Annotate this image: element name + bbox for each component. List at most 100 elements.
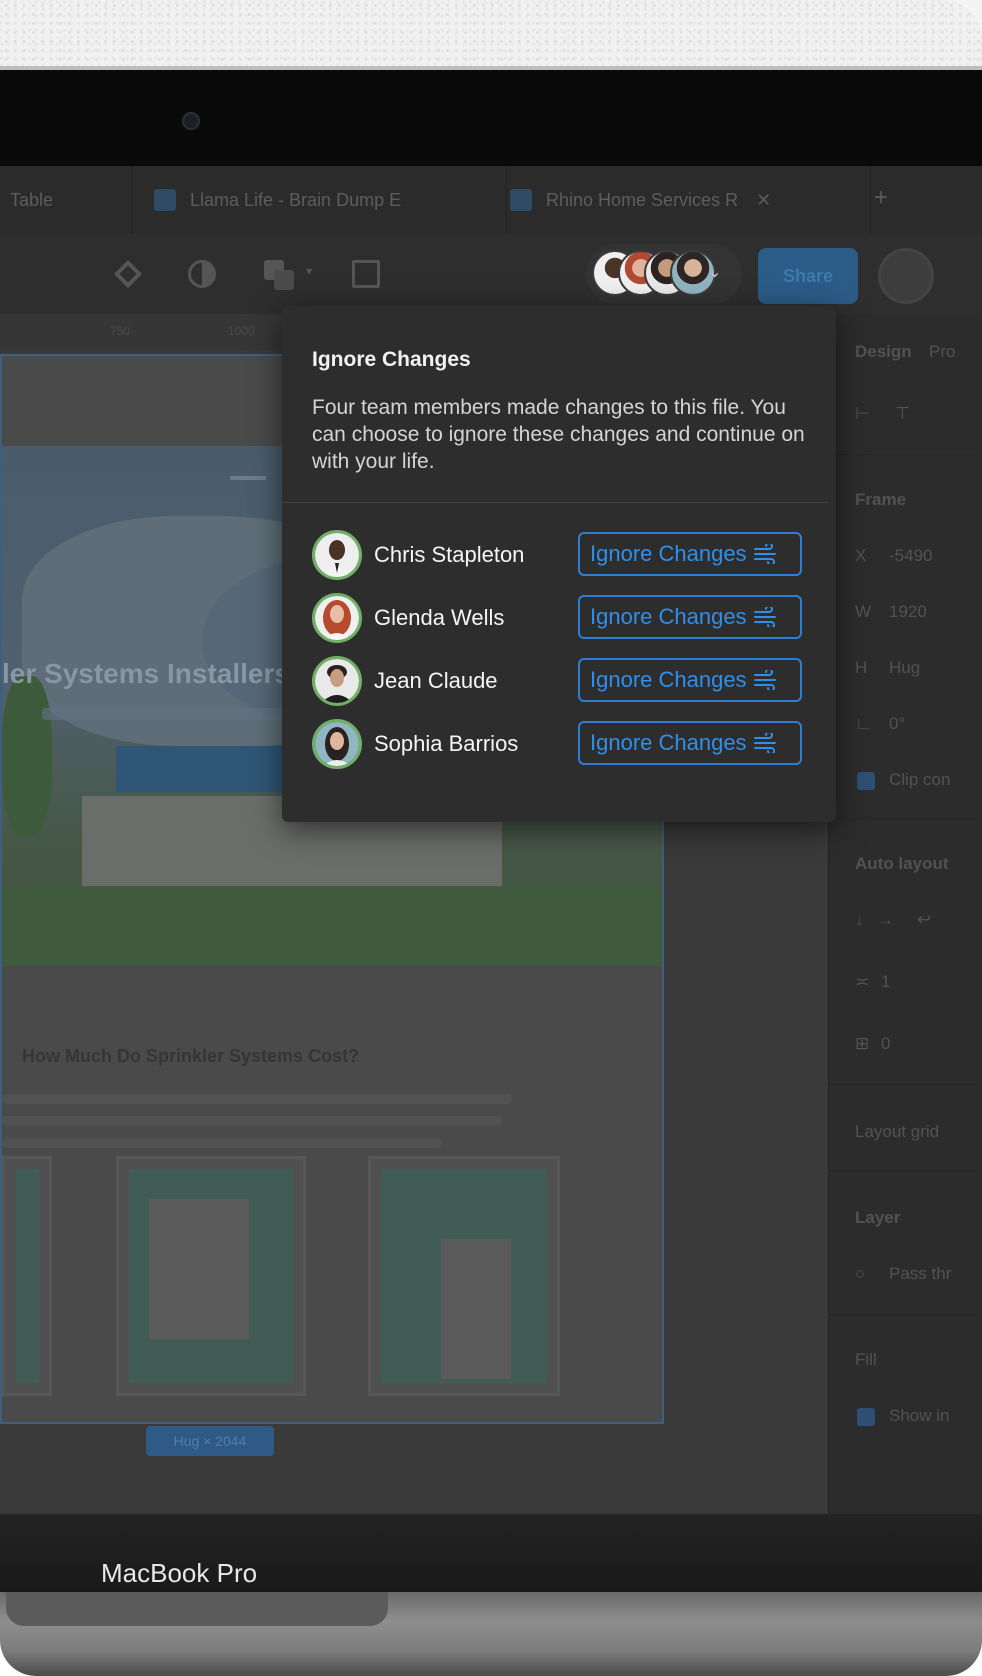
blend-mode-select[interactable]: Pass thr xyxy=(889,1264,951,1284)
tab-label: Rhino Home Services R xyxy=(546,189,739,210)
tab-rhino-home[interactable]: Rhino Home Services R ✕ xyxy=(480,166,871,234)
component-icon[interactable] xyxy=(110,256,146,292)
direction-down-icon[interactable]: ↓ xyxy=(855,910,864,930)
frame-icon[interactable] xyxy=(348,256,384,292)
fill-label: Fill xyxy=(855,1350,877,1369)
tab-table[interactable]: Table xyxy=(0,166,133,234)
avatar xyxy=(312,530,362,580)
new-tab-icon[interactable]: + xyxy=(874,184,888,212)
tab-bar: Table Llama Life - Brain Dump E Rhino Ho… xyxy=(0,166,982,235)
member-row: Sophia Barrios Ignore Changes xyxy=(312,719,812,769)
divider xyxy=(829,1314,982,1315)
w-input[interactable]: 1920 xyxy=(889,602,927,622)
file-icon xyxy=(510,189,532,211)
clip-checkbox[interactable] xyxy=(857,772,875,790)
member-name: Jean Claude xyxy=(374,668,498,693)
ignore-changes-popover: Ignore Changes Four team members made ch… xyxy=(282,306,836,822)
tab-design[interactable]: Design xyxy=(855,342,912,362)
blend-icon: ○ xyxy=(855,1264,866,1283)
button-label: Ignore Changes xyxy=(590,667,747,692)
frame-section-label: Frame xyxy=(855,490,907,509)
diagram xyxy=(2,1156,52,1396)
padding-icon: ⊞ xyxy=(855,1034,870,1053)
h-label: H xyxy=(855,658,868,677)
align-center-icon[interactable]: ⊤ xyxy=(895,404,910,424)
share-button[interactable]: Share xyxy=(758,248,858,304)
lawn-image xyxy=(2,886,662,966)
diagram xyxy=(116,1156,306,1396)
member-name: Sophia Barrios xyxy=(374,731,519,756)
rotation-icon: ∟ xyxy=(855,714,872,733)
button-label: Ignore Changes xyxy=(590,541,747,566)
popover-description: Four team members made changes to this f… xyxy=(312,396,805,473)
avatar xyxy=(312,656,362,706)
clip-label: Clip con xyxy=(889,770,951,789)
ruler-label: 1000 xyxy=(228,324,255,338)
chevron-down-icon[interactable]: ⌄ xyxy=(708,262,721,282)
wrap-icon[interactable]: ↩ xyxy=(917,910,931,930)
show-label: Show in xyxy=(889,1406,950,1425)
contrast-icon[interactable] xyxy=(184,256,220,292)
popover-title: Ignore Changes xyxy=(312,348,471,371)
button-label: Ignore Changes xyxy=(590,604,747,629)
divider xyxy=(230,476,266,480)
h-input[interactable]: Hug xyxy=(889,658,920,678)
member-name: Glenda Wells xyxy=(374,605,505,630)
show-checkbox[interactable] xyxy=(857,1408,875,1426)
toolbar: ▾ ⌄ Share xyxy=(0,234,982,314)
diagram-shape xyxy=(149,1199,249,1339)
diagram xyxy=(368,1156,560,1396)
padding-input[interactable]: 0 xyxy=(881,1034,890,1054)
laptop-notch xyxy=(6,1592,388,1626)
close-icon[interactable]: ✕ xyxy=(756,190,771,211)
paragraph-line xyxy=(2,1094,512,1104)
tree-shape xyxy=(2,676,52,836)
paragraph-line xyxy=(2,1116,502,1126)
ignore-changes-button[interactable]: Ignore Changes xyxy=(578,721,802,765)
rotation-input[interactable]: 0° xyxy=(889,714,905,734)
hero-cta xyxy=(116,746,286,792)
boolean-icon[interactable] xyxy=(262,256,298,292)
member-name: Chris Stapleton xyxy=(374,542,525,567)
diagram-shape xyxy=(441,1239,511,1379)
divider xyxy=(829,818,982,819)
member-row: Chris Stapleton Ignore Changes xyxy=(312,530,812,580)
section-title: How Much Do Sprinkler Systems Cost? xyxy=(22,1046,360,1066)
tab-prototype[interactable]: Pro xyxy=(929,342,955,362)
chevron-down-icon[interactable]: ▾ xyxy=(306,264,312,278)
gap-icon: ≍ xyxy=(855,972,870,991)
ignore-changes-button[interactable]: Ignore Changes xyxy=(578,595,802,639)
camera-icon xyxy=(182,112,200,130)
avatar xyxy=(312,719,362,769)
layout-grid-label: Layout grid xyxy=(855,1122,940,1141)
properties-panel: Design Pro ⊢ ⊤ Frame X -5490 W 1920 H Hu… xyxy=(828,314,982,1516)
hero-headline: ler Systems Installers xyxy=(2,658,290,689)
device-brand: MacBook Pro xyxy=(101,1558,258,1588)
ruler-label: 750 xyxy=(110,324,131,338)
ignore-changes-button[interactable]: Ignore Changes xyxy=(578,532,802,576)
profile-avatar[interactable] xyxy=(878,248,934,304)
avatar xyxy=(312,593,362,643)
ignore-changes-button[interactable]: Ignore Changes xyxy=(578,658,802,702)
x-input[interactable]: -5490 xyxy=(889,546,932,566)
divider xyxy=(829,1170,982,1171)
direction-right-icon[interactable]: → xyxy=(877,910,894,930)
collaborators-button[interactable]: ⌄ xyxy=(586,244,742,304)
paragraph-line xyxy=(2,1138,442,1148)
w-label: W xyxy=(855,602,872,621)
gap-input[interactable]: 1 xyxy=(881,972,890,992)
tab-llama-life[interactable]: Llama Life - Brain Dump E xyxy=(124,166,507,234)
tab-label: Table xyxy=(10,189,54,210)
size-tag: Hug × 2044 xyxy=(146,1426,274,1456)
button-label: Ignore Changes xyxy=(590,730,747,755)
divider xyxy=(829,454,982,455)
hero-subtext xyxy=(42,708,302,720)
wind-icon xyxy=(753,607,776,627)
device-mockup: Table Llama Life - Brain Dump E Rhino Ho… xyxy=(0,0,982,1676)
member-row: Jean Claude Ignore Changes xyxy=(312,656,812,706)
align-icon[interactable]: ⊢ xyxy=(855,404,870,424)
x-label: X xyxy=(855,546,867,565)
layer-label: Layer xyxy=(855,1208,901,1227)
wind-icon xyxy=(753,733,776,753)
auto-layout-label: Auto layout xyxy=(855,854,949,873)
